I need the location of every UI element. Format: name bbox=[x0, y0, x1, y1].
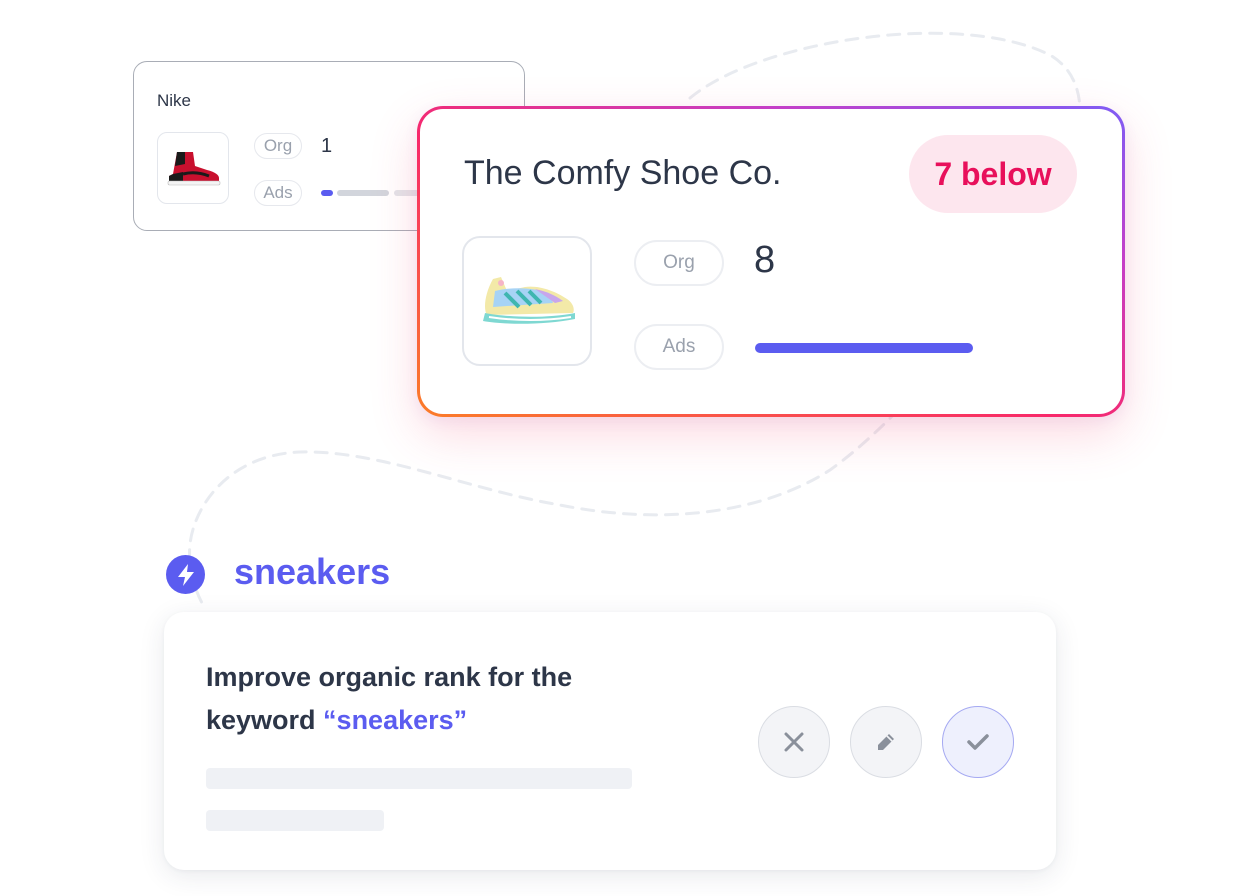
organic-rank-value: 8 bbox=[754, 239, 776, 281]
own-brand-card-body: The Comfy Shoe Co. 7 below Org Ads 8 bbox=[420, 109, 1122, 414]
own-product-image bbox=[462, 236, 592, 366]
rank-comparison-badge: 7 below bbox=[909, 135, 1077, 213]
organic-rank-value: 1 bbox=[321, 135, 333, 157]
check-icon bbox=[967, 734, 989, 750]
skeleton-line bbox=[206, 810, 384, 831]
skeleton-line bbox=[206, 768, 632, 789]
close-icon bbox=[784, 732, 804, 752]
competitor-brand-name: Nike bbox=[157, 91, 192, 110]
ads-bar bbox=[755, 343, 973, 353]
own-brand-card: The Comfy Shoe Co. 7 below Org Ads 8 bbox=[417, 106, 1125, 417]
competitor-product-image bbox=[157, 132, 229, 204]
ads-bar bbox=[321, 190, 333, 196]
ads-label: Ads bbox=[254, 180, 302, 206]
pencil-icon bbox=[878, 734, 894, 750]
keyword-title: sneakers bbox=[234, 551, 391, 592]
ads-bar-track bbox=[337, 190, 389, 196]
high-top-sneaker-icon bbox=[167, 152, 221, 186]
running-shoe-icon bbox=[483, 277, 575, 324]
suggestion-keyword: “sneakers” bbox=[323, 705, 468, 735]
reject-button[interactable] bbox=[758, 706, 830, 778]
edit-button[interactable] bbox=[850, 706, 922, 778]
organic-label: Org bbox=[634, 240, 724, 286]
suggestion-text: Improve organic rank for the keyword “sn… bbox=[206, 656, 646, 742]
ads-label: Ads bbox=[634, 324, 724, 370]
suggestion-card: Improve organic rank for the keyword “sn… bbox=[164, 612, 1056, 870]
organic-label: Org bbox=[254, 133, 302, 159]
accept-button[interactable] bbox=[942, 706, 1014, 778]
own-brand-name: The Comfy Shoe Co. bbox=[464, 154, 782, 192]
lightning-bolt-icon bbox=[166, 555, 205, 594]
